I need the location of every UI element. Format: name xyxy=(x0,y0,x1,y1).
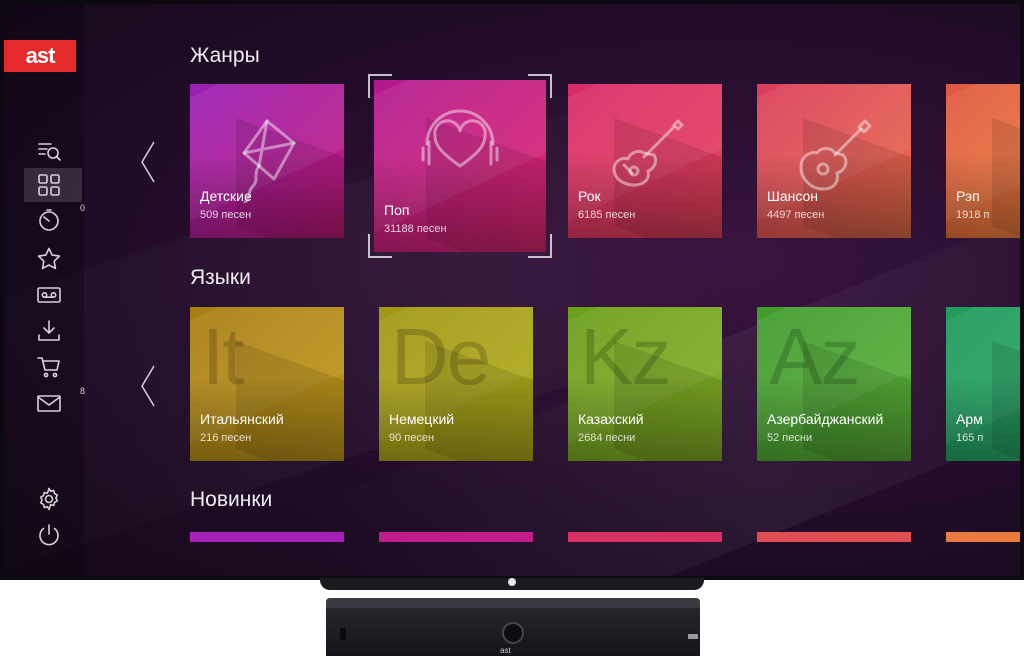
language-tile-german[interactable]: De Немецкий 90 песен xyxy=(379,307,533,461)
messages-badge: 8 xyxy=(80,386,86,396)
grid-icon xyxy=(38,174,60,196)
tile-count: 2684 песни xyxy=(578,432,636,444)
tile-name: Казахский xyxy=(578,411,644,427)
power-icon xyxy=(39,524,59,546)
language-tile-kazakh[interactable]: Kz Казахский 2684 песни xyxy=(568,307,722,461)
genres-prev-arrow[interactable] xyxy=(138,140,158,184)
set-top-box-slot xyxy=(340,628,346,640)
tile-name: Детские xyxy=(200,188,252,204)
genre-tile-pop-focused[interactable]: Поп 31188 песен xyxy=(368,74,552,258)
set-top-box-top xyxy=(326,598,700,608)
cart-icon xyxy=(37,357,60,378)
nav-settings[interactable] xyxy=(24,482,82,516)
nav-search-list[interactable] xyxy=(24,134,82,168)
gear-icon xyxy=(39,487,59,511)
set-top-box-tag xyxy=(688,634,698,639)
electric-guitar-icon xyxy=(612,119,684,187)
history-badge: 0 xyxy=(80,203,86,213)
set-top-box-knob xyxy=(502,622,524,644)
genre-tile-kids[interactable]: Детские 509 песен xyxy=(190,84,344,238)
set-top-box-logo: ast xyxy=(500,646,511,655)
tile-count: 509 песен xyxy=(200,209,252,221)
language-tile-armenian[interactable]: Арм 165 п xyxy=(946,307,1020,461)
tile-name: Поп xyxy=(384,202,410,218)
new-release-tile[interactable] xyxy=(946,532,1020,542)
nav-cassette[interactable] xyxy=(24,278,82,312)
cassette-icon xyxy=(37,287,61,303)
tile-name: Рэп xyxy=(956,188,980,204)
genre-tile-rap[interactable]: Рэп 1918 п xyxy=(946,84,1020,238)
tv-screen: ast 0 8 Жанры Языки Новинки Детские 509 … xyxy=(4,4,1020,576)
nav-downloads[interactable] xyxy=(24,314,82,348)
mail-icon xyxy=(37,395,61,412)
tile-count: 4497 песен xyxy=(767,209,825,221)
tile-count: 1918 п xyxy=(956,209,990,221)
nav-favorites[interactable] xyxy=(24,242,82,276)
tile-count: 52 песни xyxy=(767,432,813,444)
sidebar: ast 0 8 xyxy=(4,4,86,576)
nav-messages[interactable]: 8 xyxy=(24,386,86,420)
new-release-tile[interactable] xyxy=(568,532,722,542)
tile-count: 31188 песен xyxy=(384,223,447,235)
nav-power[interactable] xyxy=(24,518,82,552)
heart-headphones-icon xyxy=(421,109,499,168)
tile-count: 216 песен xyxy=(200,432,252,444)
new-release-tile[interactable] xyxy=(757,532,911,542)
nav-cart[interactable] xyxy=(24,350,82,384)
section-title-new: Новинки xyxy=(190,488,273,511)
chevron-left-icon xyxy=(141,141,155,183)
language-tile-italian[interactable]: It Итальянский 216 песен xyxy=(190,307,344,461)
tile-count: 165 п xyxy=(956,432,984,444)
languages-prev-arrow[interactable] xyxy=(138,364,158,408)
tv-frame: ast 0 8 Жанры Языки Новинки Детские 509 … xyxy=(0,0,1024,580)
new-release-tile[interactable] xyxy=(190,532,344,542)
tv-power-led xyxy=(508,578,516,586)
language-tile-azerbaijani[interactable]: Az Азербайджанский 52 песни xyxy=(757,307,911,461)
search-list-icon xyxy=(38,143,61,161)
tile-count: 6185 песен xyxy=(578,209,636,221)
tile-count: 90 песен xyxy=(389,432,435,444)
nav-history[interactable]: 0 xyxy=(24,203,86,237)
tile-name: Азербайджанский xyxy=(767,411,884,427)
new-release-tile[interactable] xyxy=(379,532,533,542)
genre-tile-rock[interactable]: Рок 6185 песен xyxy=(568,84,722,238)
tile-name: Итальянский xyxy=(200,411,284,427)
tile-name: Арм xyxy=(956,411,983,427)
chevron-left-icon xyxy=(141,365,155,407)
timer-icon xyxy=(39,209,59,231)
nav-catalog-grid[interactable] xyxy=(24,168,82,202)
genre-tile-chanson[interactable]: Шансон 4497 песен xyxy=(757,84,911,238)
section-title-genres: Жанры xyxy=(190,44,260,67)
tile-name: Рок xyxy=(578,188,601,204)
star-icon xyxy=(37,247,61,270)
tile-name: Шансон xyxy=(767,188,819,204)
brand-logo: ast xyxy=(4,40,76,72)
tile-name: Немецкий xyxy=(389,411,455,427)
section-title-languages: Языки xyxy=(190,266,251,289)
download-icon xyxy=(38,320,60,341)
